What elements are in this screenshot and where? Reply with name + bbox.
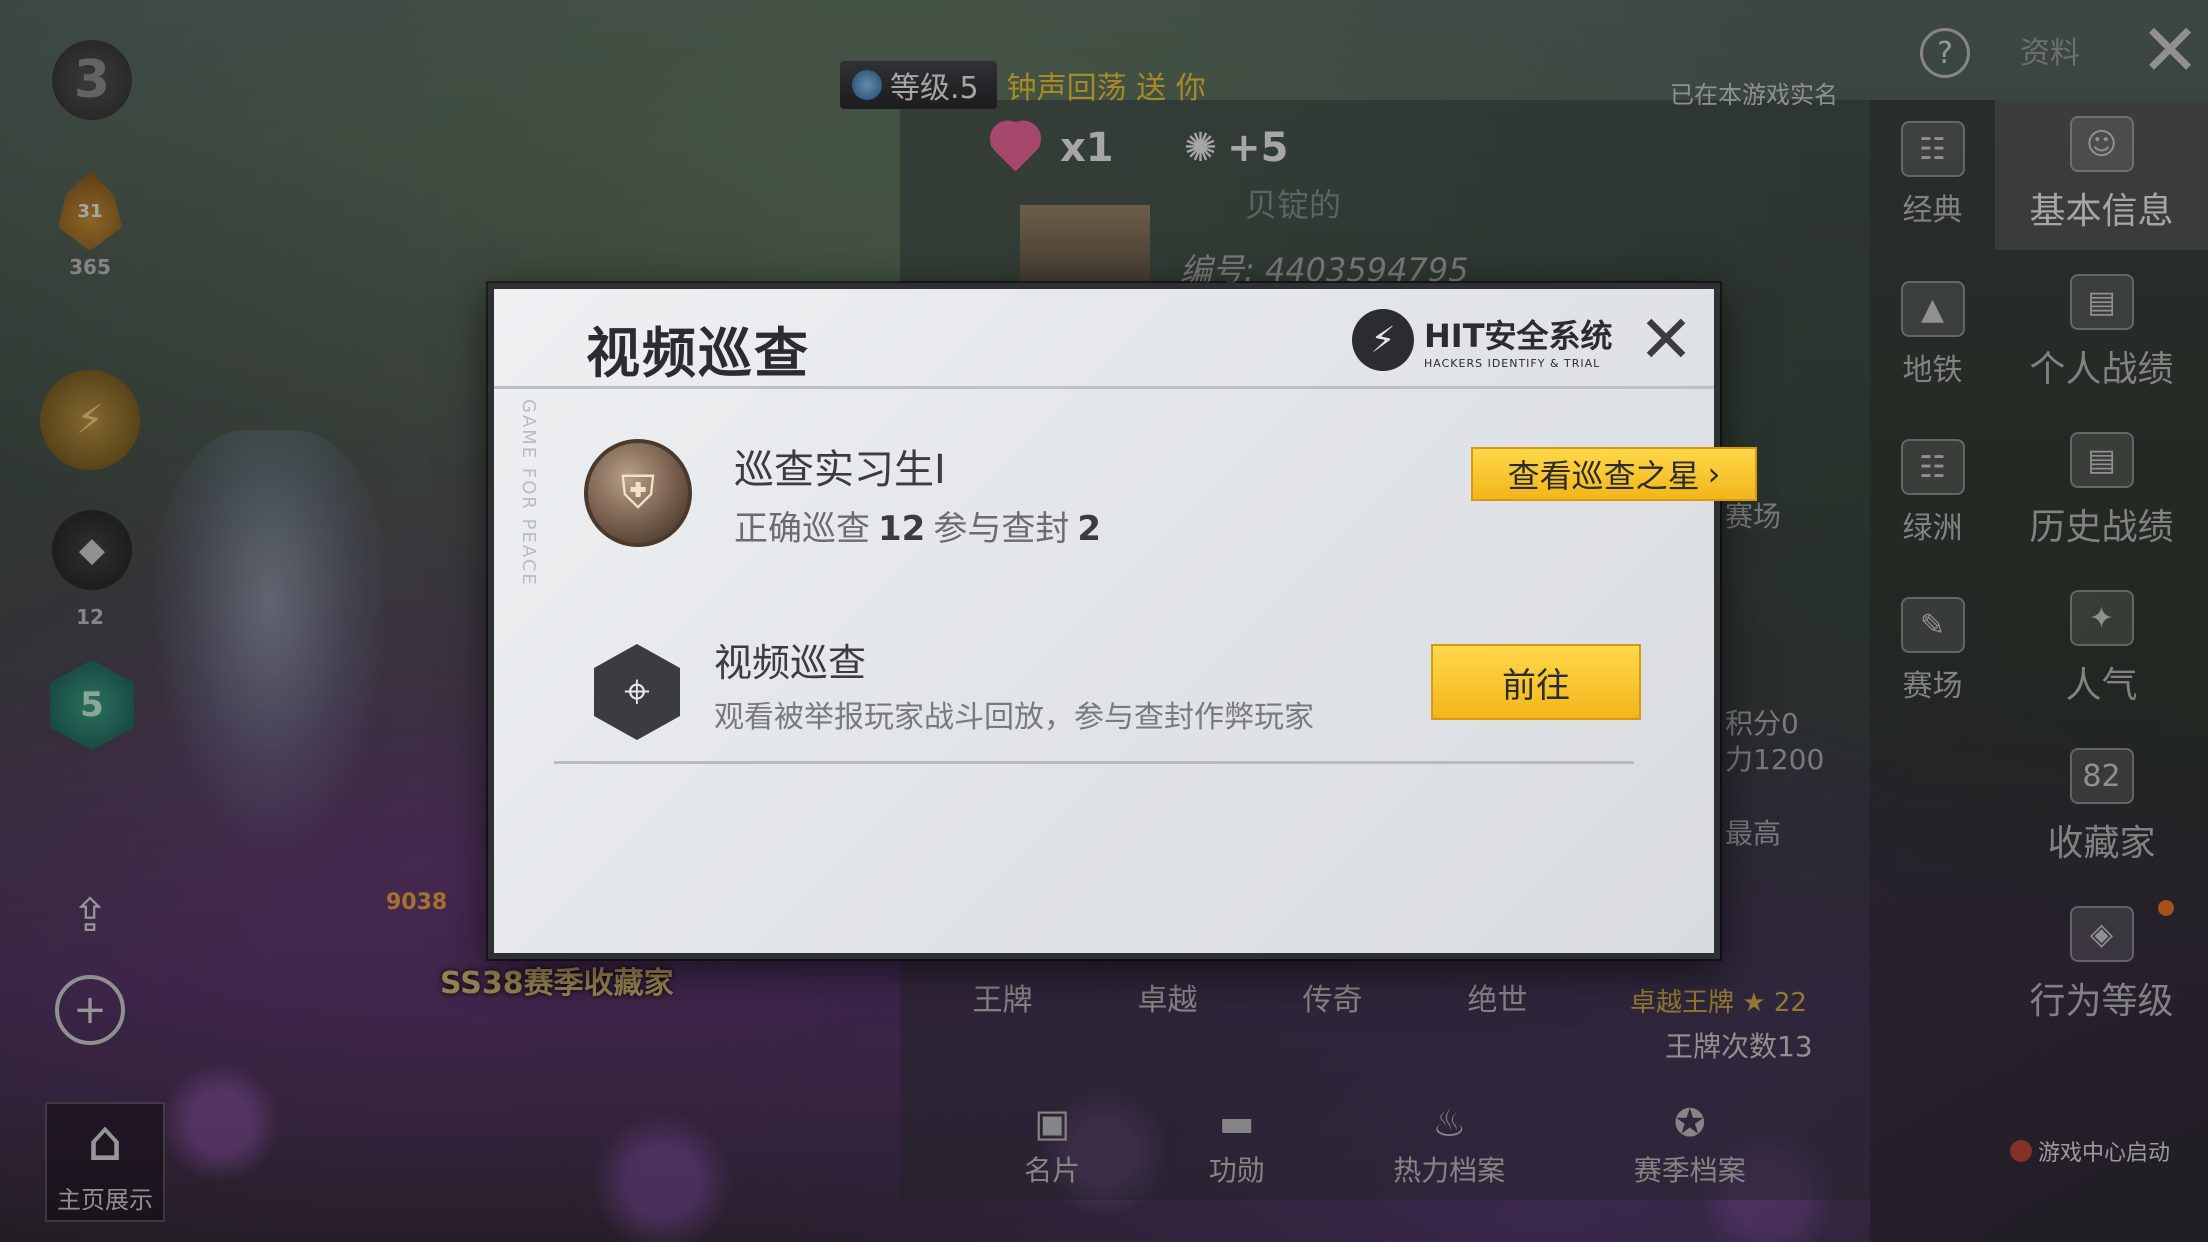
- dialog-title: 视频巡查: [586, 322, 810, 385]
- dialog-close-icon[interactable]: ✕: [1636, 301, 1696, 378]
- correct-value: 12: [878, 509, 926, 549]
- star-button-label: 查看巡查之星: [1507, 457, 1700, 495]
- patrol-rank-row: ⛨ 巡查实习生I 正确巡查 12 参与查封 2 查看巡查之星 ›: [584, 439, 1757, 579]
- ban-label: 参与查封: [933, 509, 1070, 549]
- hit-logo-sub: HACKERS IDENTIFY & TRIAL: [1424, 356, 1601, 370]
- hit-shield-icon: ⚡: [1352, 309, 1414, 371]
- hit-logo-text: HIT安全系统 HACKERS IDENTIFY & TRIAL: [1424, 311, 1613, 370]
- view-patrol-star-button[interactable]: 查看巡查之星 ›: [1471, 447, 1757, 501]
- task-description: 观看被举报玩家战斗回放，参与查封作弊玩家: [714, 700, 1314, 735]
- dialog-header: 视频巡查 ⚡ HIT安全系统 HACKERS IDENTIFY & TRIAL …: [494, 289, 1714, 389]
- hit-logo: ⚡ HIT安全系统 HACKERS IDENTIFY & TRIAL: [1352, 309, 1613, 371]
- patrol-rank-title: 巡查实习生I: [734, 447, 946, 493]
- video-patrol-task-row: ⌖ 视频巡查 观看被举报玩家战斗回放，参与查封作弊玩家 前往: [554, 641, 1641, 764]
- side-watermark: GAME FOR PEACE: [518, 399, 539, 587]
- video-patrol-dialog: 视频巡查 ⚡ HIT安全系统 HACKERS IDENTIFY & TRIAL …: [488, 283, 1757, 959]
- hit-logo-main: HIT安全系统: [1424, 316, 1613, 355]
- go-button[interactable]: 前往: [1431, 644, 1641, 720]
- chevron-right-icon: ›: [1707, 455, 1721, 493]
- ban-value: 2: [1077, 509, 1101, 549]
- patrol-rank-emblem-icon: ⛨: [584, 439, 692, 547]
- task-title: 视频巡查: [714, 641, 867, 685]
- patrol-stats: 正确巡查 12 参与查封 2: [734, 501, 1109, 550]
- crosshair-icon: ⌖: [594, 644, 680, 740]
- correct-label: 正确巡查: [734, 509, 870, 549]
